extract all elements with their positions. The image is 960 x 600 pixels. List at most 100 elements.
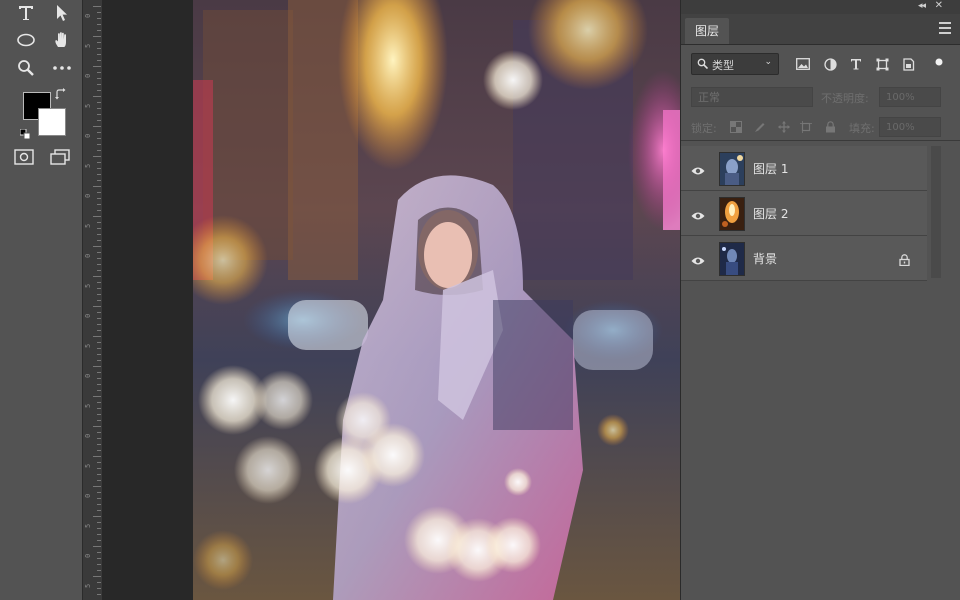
ellipse-tool[interactable] — [12, 27, 40, 53]
image-filter-icon[interactable] — [795, 56, 811, 72]
lock-transparent-pixels-icon[interactable] — [729, 120, 743, 134]
ruler-tick-minor — [97, 468, 101, 469]
canvas-photo — [193, 0, 680, 600]
ruler-tick — [93, 216, 101, 217]
ruler-tick-minor — [97, 570, 101, 571]
ruler-label: 0 — [84, 493, 92, 498]
ruler-label: 5 — [84, 523, 92, 528]
ruler-tick-minor — [97, 558, 101, 559]
eye-icon[interactable] — [691, 206, 705, 225]
opacity-input[interactable]: 100% — [879, 87, 941, 107]
smart-object-filter-icon[interactable] — [900, 56, 916, 72]
zoom-tool[interactable] — [12, 55, 40, 81]
ruler-tick-minor — [97, 282, 101, 283]
ruler-tick-minor — [97, 444, 101, 445]
ruler-label: 0 — [84, 193, 92, 198]
ruler-tick — [93, 336, 101, 337]
move-tool[interactable] — [48, 0, 76, 26]
ruler-tick-minor — [97, 78, 101, 79]
ruler-tick-minor — [97, 540, 101, 541]
panel-menu-icon[interactable] — [939, 22, 951, 37]
ruler-tick-minor — [97, 132, 101, 133]
layer-name: 背景 — [753, 252, 778, 266]
fill-input[interactable]: 100% — [879, 117, 941, 137]
ruler-tick — [93, 96, 101, 97]
ruler-label: 5 — [84, 43, 92, 48]
close-panel-icon[interactable]: ✕ — [935, 0, 943, 11]
quick-mask[interactable] — [10, 144, 38, 170]
blend-mode-select[interactable]: 正常 — [691, 87, 813, 107]
ruler-tick — [93, 516, 101, 517]
layers-scrollbar[interactable] — [931, 146, 941, 278]
search-icon — [697, 58, 709, 72]
ruler-tick — [93, 156, 101, 157]
arrow-icon — [53, 4, 71, 22]
ruler-tick-minor — [97, 174, 101, 175]
ruler-tick-minor — [97, 138, 101, 139]
ellipse-icon — [16, 33, 36, 47]
eye-icon[interactable] — [691, 161, 705, 180]
ruler-tick-minor — [97, 192, 101, 193]
ruler-tick-minor — [97, 432, 101, 433]
lock-position-icon[interactable] — [777, 120, 791, 134]
ruler-tick — [93, 426, 101, 427]
ruler-tick-minor — [97, 534, 101, 535]
document-canvas[interactable] — [193, 0, 680, 600]
lock-artboard-icon[interactable] — [799, 120, 813, 134]
layer-row-2[interactable]: 图层 2 — [681, 191, 927, 236]
ruler-tick-minor — [97, 90, 101, 91]
ruler-tick-minor — [97, 528, 101, 529]
filter-kind-label: 类型 — [712, 59, 734, 72]
panel-tab-bar: 图层 — [681, 14, 960, 45]
ruler-tick-minor — [97, 168, 101, 169]
background-color-swatch[interactable] — [38, 108, 66, 136]
layer-row-1[interactable]: 图层 1 — [681, 146, 927, 191]
filter-toggle-icon[interactable] — [931, 54, 947, 70]
more-tools[interactable] — [48, 55, 76, 81]
type-tool[interactable] — [12, 0, 40, 26]
ruler-tick-minor — [97, 462, 101, 463]
lock-all-icon[interactable] — [823, 120, 837, 134]
layer-row-background[interactable]: 背景 — [681, 236, 927, 281]
eye-icon[interactable] — [691, 251, 705, 270]
ruler-tick-minor — [97, 60, 101, 61]
chevron-down-icon: ⌄ — [764, 57, 772, 67]
ruler-tick-minor — [97, 510, 101, 511]
ruler-label: 5 — [84, 283, 92, 288]
ruler-tick-minor — [97, 204, 101, 205]
screen-mode[interactable] — [46, 144, 74, 170]
ruler-tick-minor — [97, 288, 101, 289]
ruler-label: 5 — [84, 223, 92, 228]
ruler-tick-minor — [97, 330, 101, 331]
ruler-tick — [93, 546, 101, 547]
swap-colors-icon[interactable] — [55, 88, 67, 103]
filter-kind-select[interactable]: 类型 ⌄ — [691, 53, 779, 75]
ruler-tick-minor — [97, 348, 101, 349]
shape-filter-icon[interactable] — [874, 56, 890, 72]
magnifier-icon — [17, 59, 35, 77]
ruler-label: 0 — [84, 373, 92, 378]
ruler-tick-minor — [97, 402, 101, 403]
ruler-tick-minor — [97, 414, 101, 415]
type-filter-icon[interactable] — [848, 56, 864, 72]
ruler-tick-minor — [97, 252, 101, 253]
hand-tool[interactable] — [48, 27, 76, 53]
layer-thumbnail — [719, 242, 745, 276]
ruler-tick-minor — [97, 408, 101, 409]
ruler-tick — [93, 246, 101, 247]
lock-label: 锁定: — [691, 122, 717, 135]
vertical-ruler[interactable]: 0 5 0 5 0 5 0 5 0 5 0 5 0 5 0 5 0 5 0 5 — [82, 0, 104, 600]
ruler-tick-minor — [97, 240, 101, 241]
blend-row: 正常 不透明度: 100% — [681, 84, 960, 110]
adjustment-filter-icon[interactable] — [822, 56, 838, 72]
tab-layers[interactable]: 图层 — [685, 18, 730, 44]
lock-image-pixels-icon[interactable] — [753, 120, 767, 134]
ruler-tick-minor — [97, 54, 101, 55]
layer-name: 图层 2 — [753, 207, 789, 221]
ruler-tick-minor — [97, 144, 101, 145]
ruler-tick — [93, 366, 101, 367]
ruler-tick — [93, 486, 101, 487]
ruler-tick-minor — [97, 372, 101, 373]
default-colors-icon[interactable] — [19, 124, 31, 140]
collapse-panel-icon[interactable]: ◂◂ — [918, 1, 926, 11]
